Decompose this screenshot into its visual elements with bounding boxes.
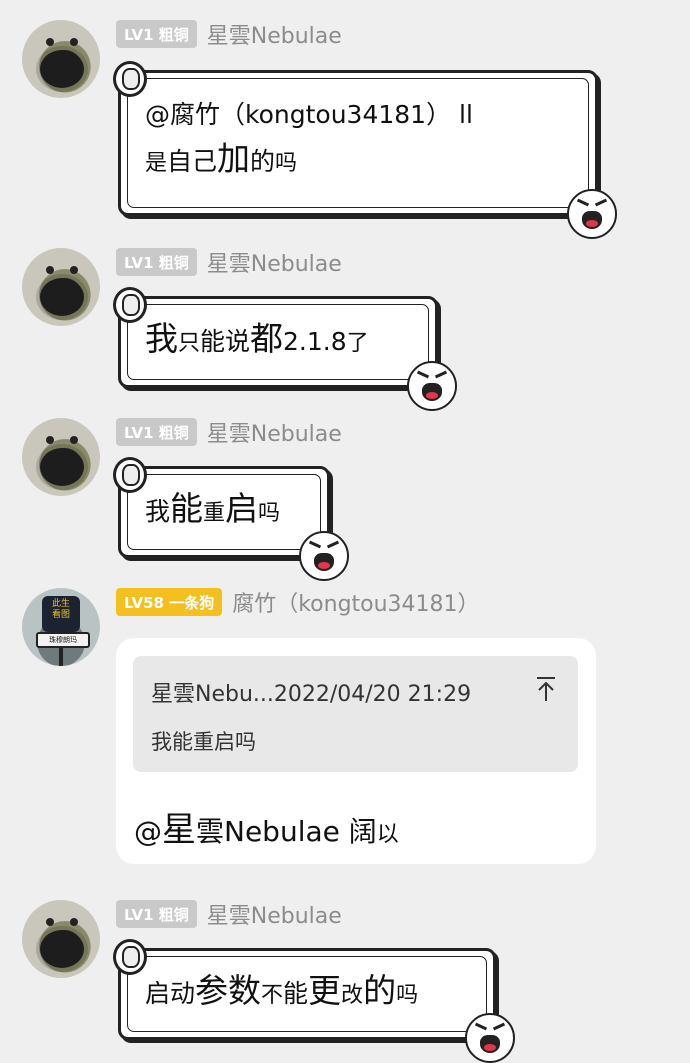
sender-name[interactable]: 星雲Nebulae <box>207 246 342 278</box>
message-bubble[interactable]: @腐竹（kongtou34181） ll 是自己加的吗 <box>113 61 617 239</box>
message-word: 都 <box>250 319 284 358</box>
message-word: 参数 <box>195 971 262 1010</box>
message-word: 以 <box>376 822 399 847</box>
level-badge: LV1 粗铜 <box>116 418 197 446</box>
arrow-up-to-line-icon[interactable] <box>534 676 558 702</box>
message-word: 能 <box>283 979 309 1008</box>
message-word: 能 <box>170 489 204 528</box>
avatar[interactable]: 此生 看图 珠穆朗玛 <box>22 588 100 666</box>
message-word: 只 <box>178 331 201 356</box>
level-badge: LV58 一条狗 <box>116 588 223 616</box>
level-badge: LV1 粗铜 <box>116 20 197 48</box>
sender-name[interactable]: 星雲Nebulae <box>207 18 342 50</box>
avatar[interactable] <box>22 20 100 98</box>
message-text: @星雲Nebulae 阔以 <box>134 802 399 851</box>
message-word: 我 <box>145 319 178 358</box>
message-text: 我能重启吗 <box>121 469 327 552</box>
message-word: 自己 <box>167 147 218 176</box>
message-word: 加 <box>217 139 251 178</box>
mention-at[interactable]: @ <box>134 815 162 848</box>
message-header: LV58 一条狗 腐竹（kongtou34181） <box>116 586 480 618</box>
message-word: @腐竹（kongtou34181） ll <box>145 100 473 129</box>
message-word: 的 <box>250 147 276 176</box>
level-badge: LV1 粗铜 <box>116 900 197 928</box>
rage-face-icon <box>407 361 457 411</box>
message-bubble[interactable]: 启动参数不能更改的吗 <box>113 939 515 1063</box>
message-word: 吗 <box>258 501 281 526</box>
message-word: 的 <box>363 971 397 1010</box>
message-word: 我 <box>145 497 171 526</box>
reply-card[interactable]: 星雲Nebu...2022/04/20 21:29 我能重启吗 @星雲Nebul… <box>116 638 596 864</box>
message-header: LV1 粗铜 星雲Nebulae <box>116 416 342 448</box>
message-word: 不 <box>261 983 284 1008</box>
avatar[interactable] <box>22 248 100 326</box>
message-word: 是 <box>145 151 168 176</box>
message-header: LV1 粗铜 星雲Nebulae <box>116 246 342 278</box>
quoted-message[interactable]: 星雲Nebu...2022/04/20 21:29 我能重启吗 <box>133 656 578 772</box>
message-word: 更 <box>308 971 342 1010</box>
message-word: 启 <box>225 489 259 528</box>
message-word: 了 <box>346 331 369 356</box>
message-word: 2.1.8 <box>283 327 347 356</box>
rage-face-icon <box>465 1013 515 1063</box>
message-text: 我只能说都2.1.8了 <box>121 299 435 382</box>
mention-rest[interactable]: 雲Nebulae <box>196 815 349 848</box>
avatar[interactable] <box>22 418 100 496</box>
message-word: 阔 <box>348 815 377 848</box>
quote-header: 星雲Nebu...2022/04/20 21:29 <box>151 682 472 707</box>
message-word: 重 <box>203 501 226 526</box>
message-text: 启动参数不能更改的吗 <box>121 951 493 1034</box>
level-badge: LV1 粗铜 <box>116 248 197 276</box>
message-bubble[interactable]: 我只能说都2.1.8了 <box>113 287 457 411</box>
message-word: 吗 <box>396 983 419 1008</box>
message-header: LV1 粗铜 星雲Nebulae <box>116 18 342 50</box>
message-word: 能说 <box>200 327 251 356</box>
message-bubble[interactable]: 我能重启吗 <box>113 457 349 581</box>
avatar[interactable] <box>22 900 100 978</box>
message-header: LV1 粗铜 星雲Nebulae <box>116 898 342 930</box>
message-text: @腐竹（kongtou34181） ll 是自己加的吗 <box>121 73 595 202</box>
rage-face-icon <box>299 531 349 581</box>
rage-face-icon <box>567 189 617 239</box>
mention-big[interactable]: 星 <box>162 810 196 850</box>
quote-text: 我能重启吗 <box>151 730 256 754</box>
sender-name[interactable]: 星雲Nebulae <box>207 898 342 930</box>
sender-name[interactable]: 星雲Nebulae <box>207 416 342 448</box>
sender-name[interactable]: 腐竹（kongtou34181） <box>232 586 479 618</box>
message-word: 吗 <box>275 151 298 176</box>
message-word: 启动 <box>145 979 196 1008</box>
message-word: 改 <box>341 983 364 1008</box>
